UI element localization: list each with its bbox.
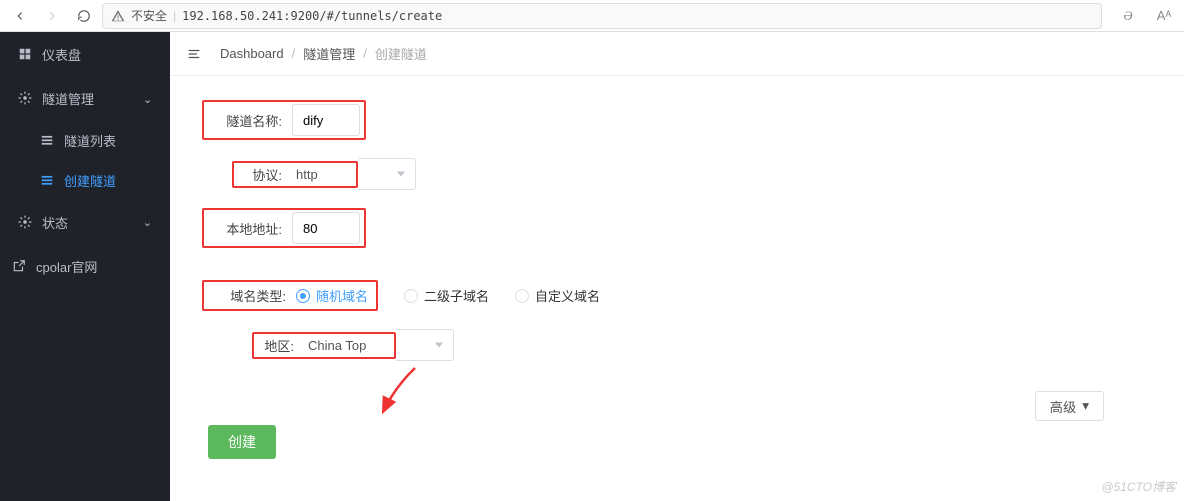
breadcrumb-item[interactable]: 隧道管理 xyxy=(303,44,355,63)
list-icon xyxy=(40,133,54,147)
region-label: 地区: xyxy=(258,336,304,355)
radio-custom-domain[interactable]: 自定义域名 xyxy=(515,286,600,305)
breadcrumb-item[interactable]: Dashboard xyxy=(220,46,284,61)
radio-label: 自定义域名 xyxy=(535,286,600,305)
sidebar: 仪表盘 隧道管理 ⌃ 隧道列表 创建隧道 状态 ⌄ cpolar官网 xyxy=(0,32,170,501)
back-icon xyxy=(13,9,27,23)
reader-mode-icon[interactable]: Ə xyxy=(1114,3,1142,29)
proto-value: http xyxy=(292,167,352,182)
browser-toolbar: 不安全 | 192.168.50.241:9200/#/tunnels/crea… xyxy=(0,0,1184,32)
row-protocol: 协议: http xyxy=(232,158,1152,190)
reload-button[interactable] xyxy=(70,3,98,29)
sidebar-item-label: 隧道列表 xyxy=(64,131,116,150)
sidebar-item-label: 隧道管理 xyxy=(42,89,94,108)
sidebar-item-cpolar-site[interactable]: cpolar官网 xyxy=(0,244,170,288)
watermark: @51CTO博客 xyxy=(1101,478,1176,495)
dashboard-icon xyxy=(18,47,32,61)
tunnel-form: 隧道名称: 协议: http 本地地址: 域 xyxy=(170,76,1184,483)
external-link-icon xyxy=(12,259,26,273)
text-size-icon[interactable]: Aᴬ xyxy=(1150,3,1178,29)
create-button[interactable]: 创建 xyxy=(208,425,276,459)
main-content: Dashboard / 隧道管理 / 创建隧道 隧道名称: 协议: http xyxy=(170,32,1184,501)
radio-label: 二级子域名 xyxy=(424,286,489,305)
tunnel-name-input[interactable] xyxy=(292,104,360,136)
breadcrumb-current: 创建隧道 xyxy=(375,44,427,63)
forward-icon xyxy=(45,9,59,23)
advanced-row: 高级 ▾ xyxy=(202,391,1152,421)
sidebar-item-tunnel-manage[interactable]: 隧道管理 ⌃ xyxy=(0,76,170,120)
breadcrumb-sep: / xyxy=(292,46,296,61)
back-button[interactable] xyxy=(6,3,34,29)
radio-dot-icon xyxy=(404,289,418,303)
topbar: Dashboard / 隧道管理 / 创建隧道 xyxy=(170,32,1184,76)
sidebar-item-label: 仪表盘 xyxy=(42,45,81,64)
sidebar-item-label: 创建隧道 xyxy=(64,171,116,190)
cog-icon xyxy=(18,215,32,229)
radio-label: 随机域名 xyxy=(316,286,368,305)
insecure-label: 不安全 xyxy=(131,7,167,24)
sidebar-item-label: 状态 xyxy=(42,213,68,232)
radio-dot-icon xyxy=(515,289,529,303)
chevron-down-icon: ⌄ xyxy=(143,216,152,229)
radio-dot-icon xyxy=(296,289,310,303)
address-bar[interactable]: 不安全 | 192.168.50.241:9200/#/tunnels/crea… xyxy=(102,3,1102,29)
reload-icon xyxy=(77,9,91,23)
protocol-select[interactable] xyxy=(358,158,416,190)
chevron-up-icon: ⌃ xyxy=(143,92,152,105)
sidebar-item-create-tunnel[interactable]: 创建隧道 xyxy=(0,160,170,200)
breadcrumb-sep: / xyxy=(363,46,367,61)
region-select[interactable] xyxy=(396,329,454,361)
radio-subdomain[interactable]: 二级子域名 xyxy=(404,286,489,305)
row-local-address: 本地地址: xyxy=(202,208,1152,248)
local-address-input[interactable] xyxy=(292,212,360,244)
sidebar-item-tunnel-list[interactable]: 隧道列表 xyxy=(0,120,170,160)
sidebar-item-status[interactable]: 状态 ⌄ xyxy=(0,200,170,244)
advanced-button[interactable]: 高级 ▾ xyxy=(1035,391,1104,421)
row-tunnel-name: 隧道名称: xyxy=(202,100,1152,140)
hamburger-icon[interactable] xyxy=(186,47,202,61)
list-icon xyxy=(40,173,54,187)
sidebar-item-dashboard[interactable]: 仪表盘 xyxy=(0,32,170,76)
addr-label: 本地地址: xyxy=(208,219,292,238)
domain-label: 域名类型: xyxy=(212,286,296,305)
forward-button[interactable] xyxy=(38,3,66,29)
cog-icon xyxy=(18,91,32,105)
advanced-label: 高级 xyxy=(1050,397,1077,416)
row-region: 地区: China Top xyxy=(252,329,1152,361)
caret-down-icon: ▾ xyxy=(1082,398,1089,414)
name-label: 隧道名称: xyxy=(208,111,292,130)
row-domain-type: 域名类型: 随机域名 二级子域名 自定义域名 xyxy=(202,280,1152,311)
sidebar-item-label: cpolar官网 xyxy=(36,257,97,276)
proto-label: 协议: xyxy=(238,165,292,184)
radio-random-domain[interactable]: 随机域名 xyxy=(296,286,368,305)
region-value: China Top xyxy=(304,338,390,353)
insecure-warning-icon xyxy=(111,9,125,23)
url-text: 192.168.50.241:9200/#/tunnels/create xyxy=(182,9,442,23)
